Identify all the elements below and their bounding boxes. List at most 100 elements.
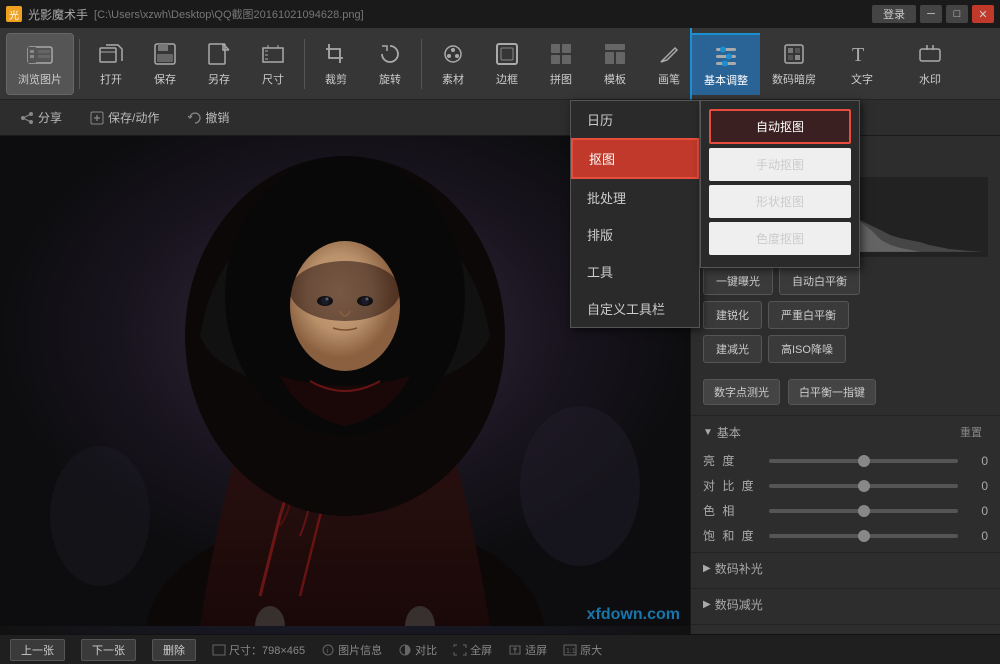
high-iso-noise-button[interactable]: 高ISO降噪: [768, 335, 846, 363]
hue-value: 0: [964, 504, 988, 518]
svg-text:T: T: [852, 44, 864, 66]
white-balance-key-button[interactable]: 白平衡一指键: [788, 379, 876, 405]
strict-white-balance-button[interactable]: 严重白平衡: [768, 301, 849, 329]
browse-icon: [26, 40, 54, 68]
share-button[interactable]: 分享: [12, 106, 70, 129]
triangle-icon: ▼: [703, 427, 713, 438]
contrast-text: 对比: [415, 642, 437, 658]
material-button[interactable]: 素材: [427, 33, 479, 95]
save-action-button[interactable]: 保存/动作: [82, 106, 167, 129]
basic-tab-label: 基本调整: [704, 72, 748, 88]
original-icon: 1:1: [563, 644, 577, 656]
minimize-button[interactable]: ─: [920, 5, 942, 23]
next-button[interactable]: 下一张: [81, 639, 136, 661]
basic-section-header[interactable]: ▼ 基本 重置: [691, 416, 1000, 448]
menu-item-layout[interactable]: 排版: [571, 216, 699, 253]
open-icon: [97, 40, 125, 68]
digital-fill-header[interactable]: ▶ 数码补光: [691, 553, 1000, 584]
stitch-label: 拼图: [550, 71, 572, 87]
saturation-thumb[interactable]: [858, 530, 870, 542]
reset-button[interactable]: 重置: [954, 422, 988, 442]
xfdown-watermark: xfdown.com: [587, 606, 680, 624]
size-icon: [259, 40, 287, 68]
size-button[interactable]: 尺寸: [247, 33, 299, 95]
contrast-item[interactable]: 对比: [398, 642, 437, 658]
tab-text[interactable]: T 文字: [828, 33, 896, 95]
capture-section: 一键曝光 自动白平衡 建锐化 严重白平衡 建减光 高ISO降噪: [691, 263, 1000, 373]
menu-item-calendar[interactable]: 日历: [571, 101, 699, 138]
title-bar: 光 光影魔术手 [C:\Users\xzwh\Desktop\QQ截图20161…: [0, 0, 1000, 28]
image-info-item[interactable]: i 图片信息: [321, 642, 382, 658]
tab-digital-darkroom[interactable]: 数码暗房: [760, 33, 828, 95]
rotate-label: 旋转: [379, 71, 401, 87]
crop-icon: [322, 40, 350, 68]
digital-reduce-header[interactable]: ▶ 数码减光: [691, 589, 1000, 620]
text-icon: T: [848, 40, 876, 68]
maximize-button[interactable]: □: [946, 5, 968, 23]
auto-capture-button[interactable]: 自动抠图: [709, 109, 851, 144]
sharpen-button[interactable]: 建锐化: [703, 301, 762, 329]
undo-icon: [187, 111, 201, 125]
menu-item-tools[interactable]: 工具: [571, 253, 699, 290]
tab-watermark[interactable]: 水印: [896, 33, 964, 95]
fit-item[interactable]: 适屏: [508, 642, 547, 658]
svg-text:1:1: 1:1: [566, 648, 576, 655]
contrast-track[interactable]: [769, 484, 958, 488]
watermark-tab-label: 水印: [919, 71, 941, 87]
auto-white-balance-button[interactable]: 自动白平衡: [779, 267, 860, 295]
open-button[interactable]: 打开: [85, 33, 137, 95]
draw-icon: [655, 40, 683, 68]
save-button[interactable]: 保存: [139, 33, 191, 95]
crop-label: 裁剪: [325, 71, 347, 87]
color-capture-button[interactable]: 色度抠图: [709, 222, 851, 255]
contrast-row: 对 比 度 0: [691, 473, 1000, 498]
brightness-row: 亮 度 0: [691, 448, 1000, 473]
rotate-button[interactable]: 旋转: [364, 33, 416, 95]
decrease-light-button[interactable]: 建减光: [703, 335, 762, 363]
close-button[interactable]: ✕: [972, 5, 994, 23]
draw-button[interactable]: 画笔: [643, 33, 695, 95]
saturation-track[interactable]: [769, 534, 958, 538]
image-info-text: 图片信息: [338, 642, 382, 658]
stitch-button[interactable]: 拼图: [535, 33, 587, 95]
fit-icon: [508, 644, 522, 656]
brightness-track[interactable]: [769, 459, 958, 463]
tab-basic-adjust[interactable]: 基本调整: [692, 33, 760, 95]
login-button[interactable]: 登录: [872, 5, 916, 23]
crop-button[interactable]: 裁剪: [310, 33, 362, 95]
undo-button[interactable]: 撤销: [179, 106, 237, 129]
original-item[interactable]: 1:1 原大: [563, 642, 602, 658]
brightness-thumb[interactable]: [858, 455, 870, 467]
frame-button[interactable]: 边框: [481, 33, 533, 95]
capture-row-3: 建减光 高ISO降噪: [703, 335, 988, 363]
hue-track[interactable]: [769, 509, 958, 513]
share-label: 分享: [38, 109, 62, 126]
delete-button[interactable]: 删除: [152, 639, 196, 661]
frame-label: 边框: [496, 71, 518, 87]
menu-item-capture[interactable]: 抠图: [571, 138, 699, 179]
digital-tab-label: 数码暗房: [772, 71, 816, 87]
shape-capture-button[interactable]: 形状抠图: [709, 185, 851, 218]
digital-point-light-button[interactable]: 数字点测光: [703, 379, 780, 405]
contrast-thumb[interactable]: [858, 480, 870, 492]
manual-capture-button[interactable]: 手动抠图: [709, 148, 851, 181]
menu-item-custom-toolbar[interactable]: 自定义工具栏: [571, 290, 699, 327]
template-button[interactable]: 模板: [589, 33, 641, 95]
prev-button[interactable]: 上一张: [10, 639, 65, 661]
stitch-icon: [547, 40, 575, 68]
undo-label: 撤销: [205, 109, 229, 126]
brightness-value: 0: [964, 454, 988, 468]
hue-thumb[interactable]: [858, 505, 870, 517]
fullscreen-item[interactable]: 全屏: [453, 642, 492, 658]
sharpness-header[interactable]: ▶ 清晰度: [691, 625, 1000, 634]
toolbar-sep-3: [421, 39, 422, 89]
browse-label: 浏览图片: [18, 71, 62, 87]
dimension-text: 尺寸：798×465: [229, 642, 305, 658]
basic-label: 基本: [717, 424, 741, 441]
browse-button[interactable]: 浏览图片: [6, 33, 74, 95]
one-click-exposure-button[interactable]: 一键曝光: [703, 267, 773, 295]
save-as-button[interactable]: 另存: [193, 33, 245, 95]
status-bar: 上一张 下一张 删除 尺寸：798×465 i 图片信息 对比 全屏 适屏: [0, 634, 1000, 664]
menu-item-batch[interactable]: 批处理: [571, 179, 699, 216]
toolbar-sep-2: [304, 39, 305, 89]
